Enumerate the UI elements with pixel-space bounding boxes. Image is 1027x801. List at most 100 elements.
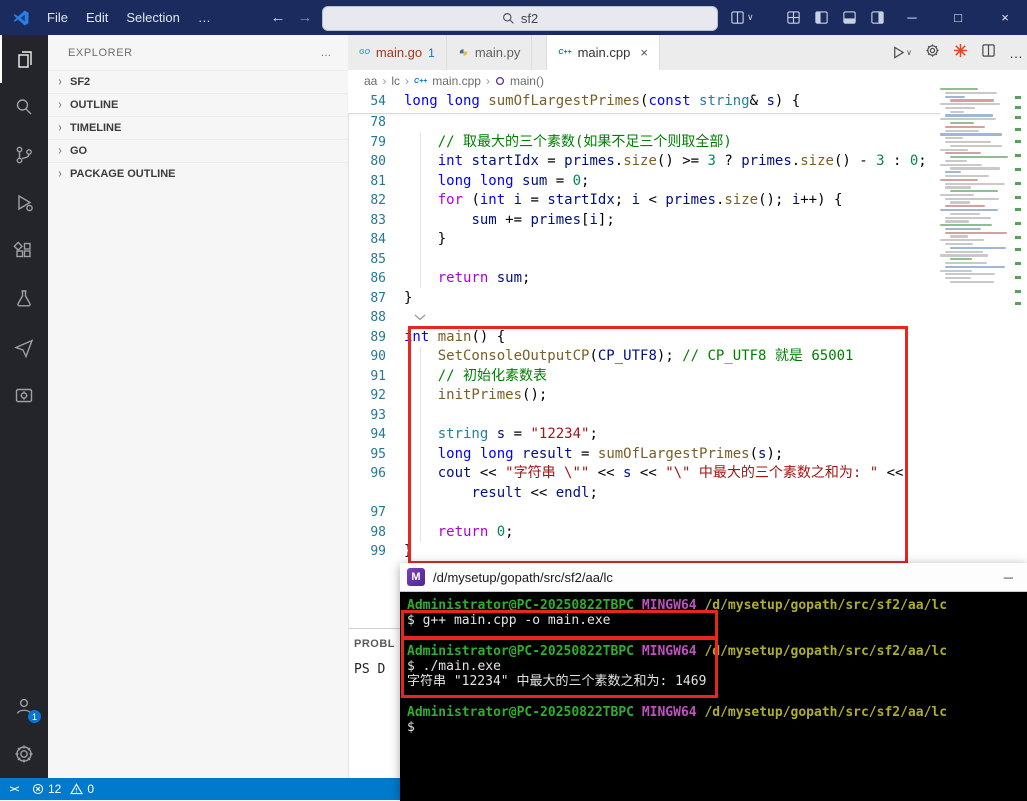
testing-icon[interactable] — [0, 275, 48, 323]
line-number: 81 — [370, 173, 386, 189]
breadcrumb: aa › lc › C++ main.cpp › main() — [348, 70, 1027, 92]
menu-overflow[interactable]: … — [189, 10, 220, 25]
explorer-icon[interactable] — [0, 35, 50, 83]
menu-edit[interactable]: Edit — [77, 10, 117, 25]
line-number: 99 — [370, 544, 386, 559]
search-value: sf2 — [520, 11, 539, 26]
search-sidebar-icon[interactable] — [0, 83, 48, 131]
breadcrumb-item[interactable]: lc — [391, 74, 400, 88]
breadcrumb-item[interactable]: main.cpp — [432, 74, 481, 88]
sidebar-section-timeline[interactable]: › TIMELINE — [48, 116, 348, 139]
sidebar-title: EXPLORER — [68, 46, 133, 59]
line-number: 78 — [370, 115, 386, 130]
tab-main-go[interactable]: GO main.go 1 — [348, 35, 447, 70]
indent-guide — [420, 132, 421, 288]
go-file-icon: GO — [359, 49, 370, 56]
line-number: 95 — [370, 446, 386, 462]
code-line: 82 for (int i = startIdx; i < primes.siz… — [348, 191, 940, 211]
code-line: 87} — [348, 289, 940, 309]
sidebar-section-package-outline[interactable]: › PACKAGE OUTLINE — [48, 162, 348, 185]
more-actions-icon[interactable]: … — [1009, 45, 1023, 61]
remote-indicator-icon[interactable]: >< — [0, 778, 28, 800]
chevron-right-icon: › — [58, 120, 62, 136]
terminal-line: Administrator@PC-20250822TBPC MINGW64 /d… — [407, 643, 948, 659]
extension-run-icon[interactable] — [953, 43, 968, 63]
problems-status[interactable]: 12 0 — [32, 782, 94, 796]
run-button[interactable]: ∨ — [891, 45, 912, 60]
sidebar-section-sf2[interactable]: › SF2 — [48, 70, 348, 93]
line-number: 85 — [370, 251, 386, 267]
symbol-method-icon — [495, 76, 505, 86]
terminal-body[interactable]: Administrator@PC-20250822TBPC MINGW64 /d… — [400, 592, 1027, 801]
command-center-search[interactable]: sf2 — [322, 6, 718, 31]
sidebar-section-outline[interactable]: › OUTLINE — [48, 93, 348, 116]
python-file-icon — [459, 49, 467, 56]
menu-file[interactable]: File — [38, 10, 77, 25]
split-editor-icon[interactable] — [981, 43, 996, 63]
breadcrumb-separator: › — [405, 74, 410, 88]
code-line: 78 — [348, 113, 940, 133]
terminal-title-bar[interactable]: M /d/mysetup/gopath/src/sf2/aa/lc ─ — [400, 563, 1027, 592]
breadcrumb-item[interactable]: main() — [510, 74, 544, 88]
code-line: 96 cout << "字符串 \"" << s << "\" 中最大的三个素数… — [348, 464, 940, 484]
sidebar-section-go[interactable]: › GO — [48, 139, 348, 162]
extension-a-icon[interactable] — [0, 323, 48, 371]
cpp-file-icon: C++ — [414, 77, 428, 85]
breadcrumb-separator: › — [382, 74, 387, 88]
close-button[interactable]: × — [988, 0, 1022, 35]
sticky-code: long long sumOfLargestPrimes(const strin… — [404, 93, 801, 109]
tab-close-icon[interactable]: × — [640, 45, 648, 60]
chevron-right-icon: › — [58, 74, 62, 90]
menu-selection[interactable]: Selection — [117, 10, 188, 25]
terminal-line: $ — [407, 720, 415, 736]
code-editor[interactable]: 78 79 // 取最大的三个素数(如果不足三个则取全部) 80 int start… — [348, 113, 940, 628]
code-line: 80 int startIdx = primes.size() >= 3 ? p… — [348, 152, 940, 172]
line-number: 98 — [370, 524, 386, 540]
customize-layout-icon[interactable] — [786, 10, 801, 25]
account-icon[interactable]: 1 — [0, 682, 48, 730]
explorer-sidebar: EXPLORER … › SF2 › OUTLINE › TIMELINE › … — [48, 35, 349, 778]
line-number: 87 — [370, 290, 386, 306]
gear-icon[interactable] — [925, 43, 940, 63]
mintty-terminal-window[interactable]: M /d/mysetup/gopath/src/sf2/aa/lc ─ Admi… — [400, 563, 1027, 801]
error-icon — [32, 783, 44, 795]
run-debug-icon[interactable] — [0, 179, 48, 227]
sidebar-more-icon[interactable]: … — [320, 47, 332, 59]
code-line: 98 return 0; — [348, 523, 940, 543]
line-number: 94 — [370, 427, 386, 442]
extensions-icon[interactable] — [0, 227, 48, 275]
source-control-icon[interactable] — [0, 131, 48, 179]
line-number: 93 — [370, 407, 386, 423]
chevron-right-icon: › — [58, 166, 62, 182]
toggle-sidebar-icon[interactable] — [814, 10, 829, 25]
fold-chevron-icon[interactable] — [414, 314, 426, 321]
line-number: 54 — [370, 94, 386, 109]
terminal-minimize-button[interactable]: ─ — [1004, 570, 1013, 585]
tab-badge: 1 — [428, 45, 435, 60]
terminal-line: Administrator@PC-20250822TBPC MINGW64 /d… — [407, 598, 948, 613]
search-icon — [502, 13, 514, 24]
back-arrow-icon[interactable]: ← — [266, 9, 290, 26]
chevron-right-icon: › — [58, 97, 62, 113]
line-number: 96 — [370, 466, 386, 481]
toggle-panel-icon[interactable] — [842, 10, 857, 25]
code-line: 99} — [348, 542, 940, 562]
tab-main-py[interactable]: main.py — [446, 35, 533, 70]
extension-b-icon[interactable] — [0, 371, 48, 419]
code-line: 88 — [348, 308, 940, 328]
tab-main-cpp[interactable]: C++ main.cpp × — [546, 35, 660, 70]
code-line: 92 initPrimes(); — [348, 386, 940, 406]
minimize-button[interactable]: ─ — [895, 0, 929, 35]
line-number: 97 — [370, 505, 386, 520]
settings-gear-icon[interactable] — [0, 730, 48, 778]
forward-arrow-icon[interactable]: → — [293, 9, 317, 26]
warning-count: 0 — [87, 782, 95, 796]
breadcrumb-item[interactable]: aa — [364, 74, 377, 88]
indent-guide — [420, 347, 421, 542]
maximize-button[interactable]: □ — [941, 0, 975, 35]
split-editor-dropdown-icon[interactable]: ∨ — [730, 10, 754, 25]
minimap[interactable] — [940, 88, 1012, 628]
toggle-secondary-sidebar-icon[interactable] — [870, 10, 885, 25]
line-number: 80 — [370, 154, 386, 169]
line-number: 91 — [370, 368, 386, 384]
